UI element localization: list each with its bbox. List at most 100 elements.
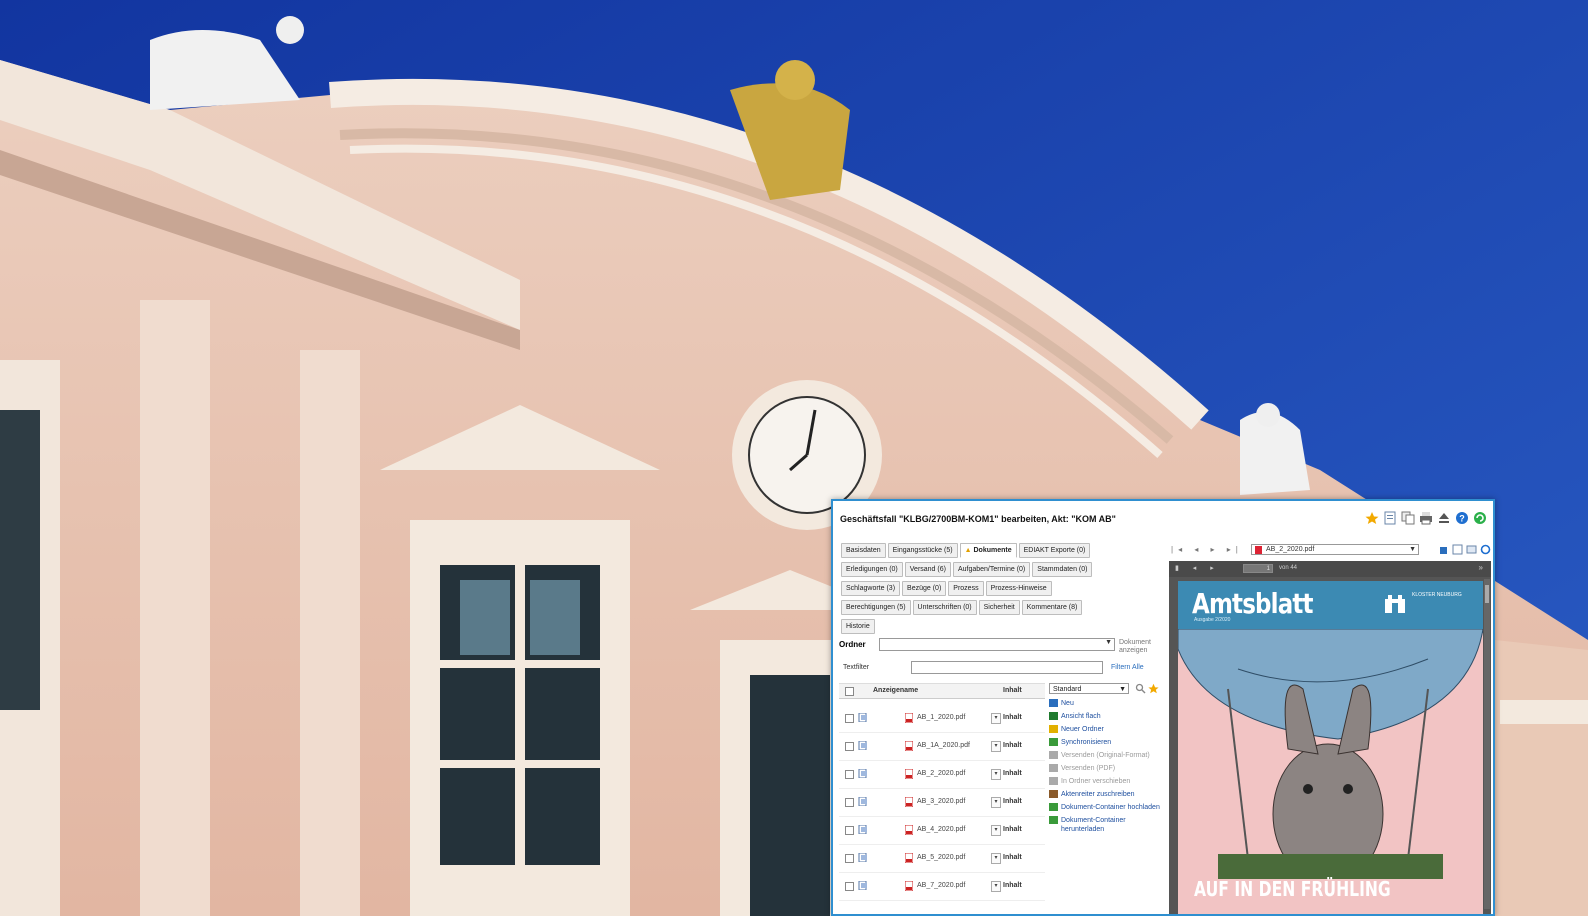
table-row[interactable]: AB_1A_2020.pdf ▾ Inhalt xyxy=(839,734,1045,761)
title-toolbar: ? xyxy=(1365,511,1487,525)
tab-schlagworte[interactable]: Schlagworte (3) xyxy=(841,581,901,596)
action-item[interactable]: Neu xyxy=(1049,699,1165,708)
tab-historie[interactable]: Historie xyxy=(841,619,875,634)
tab-sicherheit[interactable]: Sicherheit xyxy=(978,600,1020,615)
row-menu-icon[interactable]: ▾ xyxy=(991,853,1001,864)
pdf-page-controls[interactable]: ▮ ◂ ▸ xyxy=(1175,564,1220,572)
table-row[interactable]: AB_2_2020.pdf ▾ Inhalt xyxy=(839,762,1045,789)
content-link[interactable]: Inhalt xyxy=(1003,714,1022,721)
filter-all-button[interactable]: Alle xyxy=(1132,664,1144,671)
action-item[interactable]: Versenden (Original-Format) xyxy=(1049,751,1165,760)
tab-eingangsstuecke[interactable]: Eingangsstücke (5) xyxy=(887,543,958,558)
folder-row: Ordner Dokument anzeigen xyxy=(839,637,1159,655)
table-row[interactable]: AB_5_2020.pdf ▾ Inhalt xyxy=(839,846,1045,873)
favorite-star-icon[interactable] xyxy=(1365,511,1379,525)
table-row[interactable]: AB_3_2020.pdf ▾ Inhalt xyxy=(839,790,1045,817)
page-view-icon[interactable] xyxy=(1452,544,1463,555)
help-icon[interactable]: ? xyxy=(1455,511,1469,525)
select-all-checkbox[interactable] xyxy=(845,687,854,696)
view-select[interactable]: Standard xyxy=(1049,683,1129,695)
favorite-star-icon[interactable] xyxy=(1148,683,1159,694)
tab-versand[interactable]: Versand (6) xyxy=(904,562,951,577)
expand-icon[interactable]: » xyxy=(1479,563,1483,572)
pdf-file-icon xyxy=(905,881,913,891)
tab-stammdaten[interactable]: Stammdaten (0) xyxy=(1032,562,1093,577)
window-icon[interactable] xyxy=(1466,544,1477,555)
action-item[interactable]: Ansicht flach xyxy=(1049,712,1165,721)
filter-button[interactable]: Filtern xyxy=(1111,664,1130,671)
tab-erledigungen[interactable]: Erledigungen (0) xyxy=(841,562,903,577)
folder-select[interactable] xyxy=(879,638,1115,651)
svg-text:?: ? xyxy=(1459,514,1465,524)
content-link[interactable]: Inhalt xyxy=(1003,798,1022,805)
show-document-link[interactable]: Dokument anzeigen xyxy=(1119,639,1159,655)
row-checkbox[interactable] xyxy=(845,714,854,723)
row-checkbox[interactable] xyxy=(845,770,854,779)
tab-unterschriften[interactable]: Unterschriften (0) xyxy=(912,600,977,615)
tab-prozess[interactable]: Prozess xyxy=(948,581,984,596)
action-item[interactable]: Dokument-Container herunterladen xyxy=(1049,816,1165,834)
cover-headline: AUF IN DEN FRÜHLING xyxy=(1194,877,1391,901)
row-checkbox[interactable] xyxy=(845,798,854,807)
action-item[interactable]: Aktenreiter zuschreiben xyxy=(1049,790,1165,799)
table-row[interactable]: AB_4_2020.pdf ▾ Inhalt xyxy=(839,818,1045,845)
tab-aufgaben-termine[interactable]: Aufgaben/Termine (0) xyxy=(952,562,1031,577)
action-item[interactable]: Neuer Ordner xyxy=(1049,725,1165,734)
row-menu-icon[interactable]: ▾ xyxy=(991,825,1001,836)
file-name[interactable]: AB_7_2020.pdf xyxy=(917,882,965,889)
row-checkbox[interactable] xyxy=(845,854,854,863)
tab-prozess-hinweise[interactable]: Prozess-Hinweise xyxy=(985,581,1052,596)
row-menu-icon[interactable]: ▾ xyxy=(991,713,1001,724)
grid-header: Anzeigename Inhalt xyxy=(839,684,1045,699)
document-icon[interactable] xyxy=(1383,511,1397,525)
file-name[interactable]: AB_2_2020.pdf xyxy=(917,770,965,777)
row-menu-icon[interactable]: ▾ xyxy=(991,881,1001,892)
content-link[interactable]: Inhalt xyxy=(1003,854,1022,861)
column-header-content[interactable]: Inhalt xyxy=(1003,687,1022,694)
file-name[interactable]: AB_5_2020.pdf xyxy=(917,854,965,861)
table-row[interactable]: AB_1_2020.pdf ▾ Inhalt xyxy=(839,706,1045,733)
content-link[interactable]: Inhalt xyxy=(1003,770,1022,777)
tab-bezuege[interactable]: Bezüge (0) xyxy=(902,581,947,596)
action-icon xyxy=(1049,712,1058,720)
download-icon[interactable] xyxy=(1438,544,1449,555)
document-navigation[interactable]: |◂ ◂ ▸ ▸| xyxy=(1171,545,1243,554)
action-label: Synchronisieren xyxy=(1061,739,1112,746)
content-link[interactable]: Inhalt xyxy=(1003,742,1022,749)
pdf-scrollbar[interactable] xyxy=(1484,579,1490,909)
action-item[interactable]: In Ordner verschieben xyxy=(1049,777,1165,786)
reload-icon[interactable] xyxy=(1480,544,1491,555)
pdf-page-input[interactable]: 1 xyxy=(1243,564,1273,573)
action-item[interactable]: Synchronisieren xyxy=(1049,738,1165,747)
tab-dokumente[interactable]: ▲ Dokumente xyxy=(959,543,1017,558)
action-label: Neu xyxy=(1061,700,1074,707)
action-item[interactable]: Dokument-Container hochladen xyxy=(1049,803,1165,812)
row-menu-icon[interactable]: ▾ xyxy=(991,797,1001,808)
refresh-icon[interactable] xyxy=(1473,511,1487,525)
table-row[interactable]: AB_7_2020.pdf ▾ Inhalt xyxy=(839,874,1045,901)
action-item[interactable]: Versenden (PDF) xyxy=(1049,764,1165,773)
column-header-name[interactable]: Anzeigename xyxy=(873,687,918,694)
file-name[interactable]: AB_1A_2020.pdf xyxy=(917,742,970,749)
text-filter-input[interactable] xyxy=(911,661,1103,674)
document-select[interactable]: AB_2_2020.pdf xyxy=(1251,544,1419,555)
eject-icon[interactable] xyxy=(1437,511,1451,525)
tab-berechtigungen[interactable]: Berechtigungen (5) xyxy=(841,600,911,615)
file-name[interactable]: AB_3_2020.pdf xyxy=(917,798,965,805)
row-checkbox[interactable] xyxy=(845,742,854,751)
content-link[interactable]: Inhalt xyxy=(1003,882,1022,889)
copy-icon[interactable] xyxy=(1401,511,1415,525)
document-actions: Neu Ansicht flach Neuer Ordner Synchronisie… xyxy=(1049,699,1165,838)
print-icon[interactable] xyxy=(1419,511,1433,525)
row-checkbox[interactable] xyxy=(845,882,854,891)
row-checkbox[interactable] xyxy=(845,826,854,835)
search-icon[interactable] xyxy=(1135,683,1146,694)
file-name[interactable]: AB_4_2020.pdf xyxy=(917,826,965,833)
tab-kommentare[interactable]: Kommentare (8) xyxy=(1021,600,1083,615)
row-menu-icon[interactable]: ▾ xyxy=(991,769,1001,780)
row-menu-icon[interactable]: ▾ xyxy=(991,741,1001,752)
file-name[interactable]: AB_1_2020.pdf xyxy=(917,714,965,721)
tab-ediakt-exporte[interactable]: EDIAKT Exporte (0) xyxy=(1018,543,1091,558)
tab-basisdaten[interactable]: Basisdaten xyxy=(841,543,886,558)
content-link[interactable]: Inhalt xyxy=(1003,826,1022,833)
